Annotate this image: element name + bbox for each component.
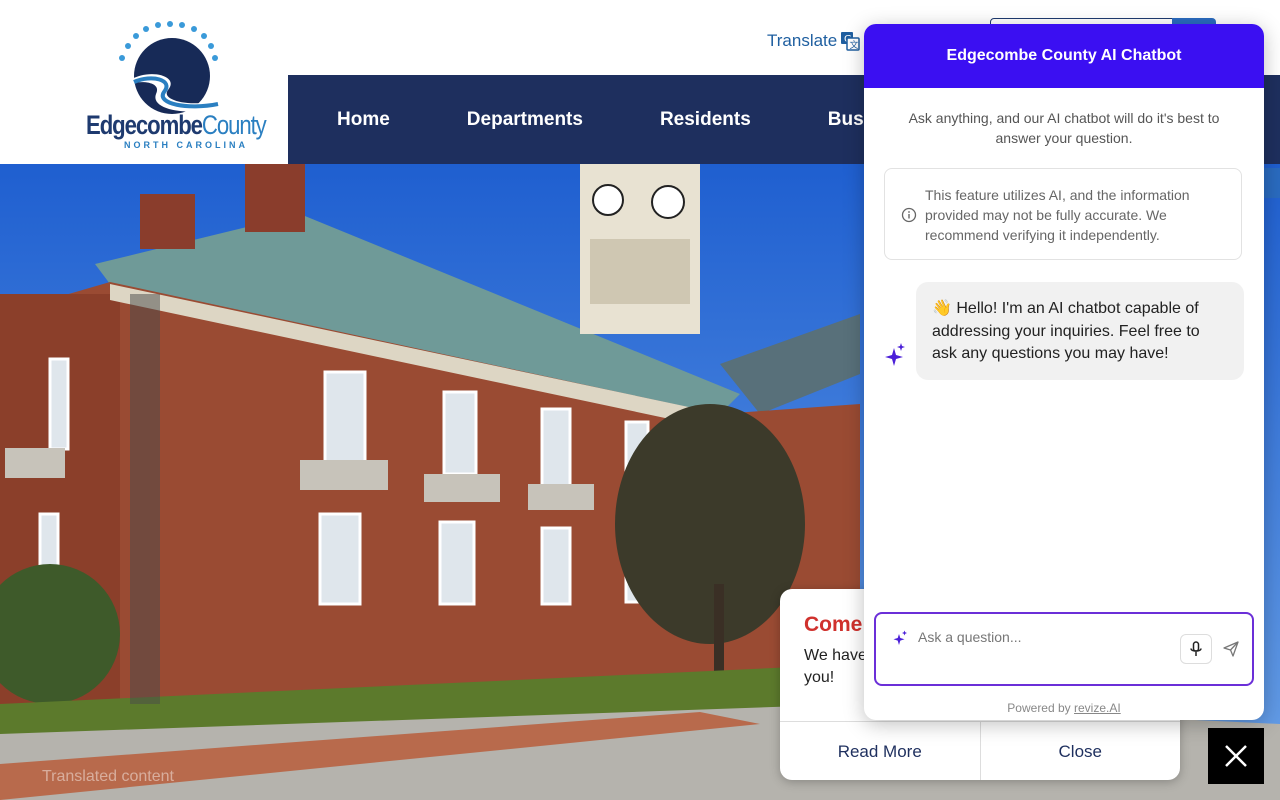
nav-item-departments[interactable]: Departments <box>467 109 583 131</box>
alert-actions: Read More Close <box>780 721 1180 780</box>
nav-item-home[interactable]: Home <box>337 109 390 131</box>
mic-icon <box>1190 641 1202 656</box>
faded-caption: Translated content <box>42 768 174 785</box>
chat-input-box <box>874 612 1254 686</box>
logo-subtitle: NORTH CAROLINA <box>124 140 248 150</box>
disclaimer-text: This feature utilizes AI, and the inform… <box>925 187 1190 243</box>
nav-item-business[interactable]: Busi <box>828 109 869 131</box>
powered-by: Powered by revize.AI <box>1007 701 1121 715</box>
side-tab[interactable] <box>1264 168 1280 198</box>
ai-disclaimer: This feature utilizes AI, and the inform… <box>884 168 1242 260</box>
nav-item-residents[interactable]: Residents <box>660 109 751 131</box>
translate-label: Translate <box>767 31 838 50</box>
chatbot-panel: Edgecombe County AI Chatbot Ask anything… <box>864 24 1264 720</box>
mic-button[interactable] <box>1180 634 1212 664</box>
info-icon <box>901 207 917 223</box>
logo-emblem <box>119 21 219 114</box>
sparkle-icon <box>885 343 905 366</box>
alert-close-button[interactable]: Close <box>979 722 1181 780</box>
site-logo[interactable]: EdgecombeCounty NORTH CAROLINA <box>0 0 288 164</box>
chat-question-input[interactable] <box>918 627 1158 647</box>
chatbot-title: Edgecombe County AI Chatbot <box>864 24 1264 88</box>
close-chat-button[interactable] <box>1208 728 1264 784</box>
read-more-button[interactable]: Read More <box>780 722 980 780</box>
translate-button[interactable]: Translate G 文 <box>767 31 860 51</box>
svg-text:文: 文 <box>850 39 859 51</box>
logo-wordmark: EdgecombeCounty <box>86 110 267 140</box>
chatbot-intro: Ask anything, and our AI chatbot will do… <box>908 110 1220 146</box>
sparkle-icon <box>893 630 907 645</box>
bot-message: 👋 Hello! I'm an AI chatbot capable of ad… <box>916 282 1244 380</box>
send-icon <box>1223 641 1239 657</box>
close-icon <box>1225 745 1247 767</box>
alert-title: Come <box>804 613 863 636</box>
revize-link[interactable]: revize.AI <box>1074 701 1121 715</box>
send-button[interactable] <box>1216 634 1246 664</box>
translate-icon: G 文 <box>841 32 860 51</box>
